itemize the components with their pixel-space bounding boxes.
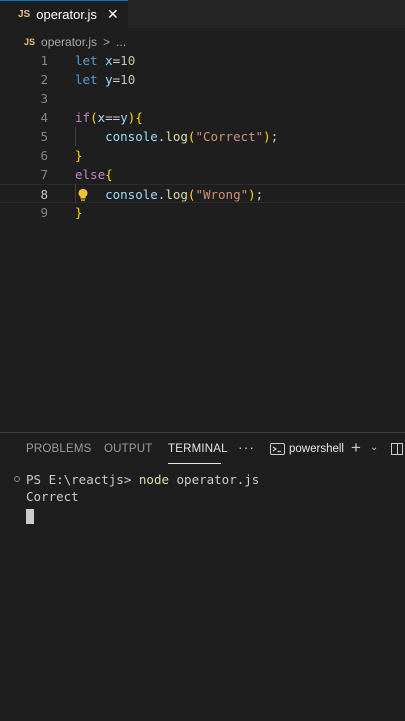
chevron-down-icon[interactable]: ⌄ bbox=[370, 442, 378, 453]
line-number: 3 bbox=[40, 91, 48, 106]
code-token: == bbox=[105, 110, 121, 125]
line-number: 7 bbox=[40, 167, 48, 182]
code-token: console bbox=[105, 187, 158, 202]
code-token: x bbox=[105, 53, 113, 68]
active-tab-indicator bbox=[168, 463, 221, 464]
code-line[interactable]: 8 console.log("Wrong"); bbox=[0, 184, 405, 203]
code-token: { bbox=[135, 110, 143, 125]
line-number: 2 bbox=[40, 72, 48, 87]
indent-guide bbox=[75, 184, 76, 203]
tab-terminal[interactable]: TERMINAL bbox=[168, 443, 228, 455]
code-line[interactable]: 4 if(x==y){ bbox=[0, 108, 405, 127]
code-text: console.log("Correct"); bbox=[75, 127, 278, 146]
bottom-panel: PROBLEMS OUTPUT TERMINAL ··· powershell … bbox=[0, 432, 405, 721]
code-token: ( bbox=[90, 110, 98, 125]
code-line[interactable]: 2 let y=10 bbox=[0, 70, 405, 89]
code-text: } bbox=[75, 146, 83, 165]
code-token: ; bbox=[270, 129, 279, 144]
terminal-command-line: PS E:\reactjs> node operator.js bbox=[26, 471, 259, 488]
code-token: } bbox=[75, 148, 83, 163]
line-number: 5 bbox=[40, 129, 48, 144]
code-token: x bbox=[97, 110, 106, 125]
command-decoration-icon bbox=[14, 476, 20, 482]
code-text: if(x==y){ bbox=[75, 108, 143, 127]
code-token: log bbox=[165, 129, 188, 144]
editor-tab-operator-js[interactable]: JS operator.js ✕ bbox=[0, 0, 128, 28]
code-token: console bbox=[105, 129, 158, 144]
code-line[interactable]: 9} bbox=[0, 203, 405, 222]
code-line[interactable]: 5 console.log("Correct"); bbox=[0, 127, 405, 146]
terminal-args: operator.js bbox=[169, 472, 260, 487]
js-file-icon: JS bbox=[18, 9, 31, 20]
code-line[interactable]: 6} bbox=[0, 146, 405, 165]
terminal-icon bbox=[270, 443, 285, 455]
code-token: else bbox=[75, 167, 106, 182]
terminal-command: node bbox=[138, 472, 169, 487]
code-line[interactable]: 7 else{ bbox=[0, 165, 405, 184]
tab-problems[interactable]: PROBLEMS bbox=[26, 443, 92, 455]
code-token: ; bbox=[255, 187, 264, 202]
js-file-icon: JS bbox=[24, 37, 36, 47]
breadcrumb: JS operator.js > ... bbox=[0, 32, 405, 52]
line-number: 8 bbox=[40, 187, 48, 202]
new-terminal-icon[interactable]: + bbox=[351, 438, 361, 458]
tab-title: operator.js bbox=[36, 7, 97, 22]
line-number: 1 bbox=[40, 53, 48, 68]
close-icon[interactable]: ✕ bbox=[107, 6, 119, 23]
code-token: y bbox=[105, 72, 113, 87]
code-line[interactable]: 3 bbox=[0, 89, 405, 108]
code-token: if bbox=[75, 110, 91, 125]
code-line[interactable]: 1 let x=10 bbox=[0, 51, 405, 70]
shell-selector[interactable]: powershell bbox=[289, 443, 344, 455]
breadcrumb-separator: > bbox=[103, 35, 111, 49]
split-terminal-icon[interactable] bbox=[391, 443, 403, 455]
lightbulb-icon[interactable] bbox=[77, 188, 89, 202]
code-text: } bbox=[75, 203, 83, 222]
breadcrumb-more[interactable]: ... bbox=[116, 35, 126, 49]
line-number: 6 bbox=[40, 148, 48, 163]
line-number: 9 bbox=[40, 205, 48, 220]
code-text: let y=10 bbox=[75, 70, 135, 89]
code-token: ) bbox=[263, 129, 271, 144]
code-text: else{ bbox=[75, 165, 113, 184]
code-token: 10 bbox=[120, 72, 136, 87]
line-number: 4 bbox=[40, 110, 48, 125]
terminal-output-line: Correct bbox=[26, 489, 79, 504]
code-text: let x=10 bbox=[75, 51, 135, 70]
code-token: log bbox=[165, 187, 188, 202]
panel-tab-bar: PROBLEMS OUTPUT TERMINAL ··· powershell … bbox=[0, 433, 405, 467]
code-token: ) bbox=[248, 187, 256, 202]
code-token: let bbox=[75, 53, 98, 68]
code-token: "Wrong" bbox=[195, 187, 249, 202]
code-text: console.log("Wrong"); bbox=[75, 185, 263, 204]
terminal-prompt: PS E:\reactjs> bbox=[26, 472, 139, 487]
code-token: 10 bbox=[120, 53, 136, 68]
code-editor[interactable]: 1 let x=10 2 let y=10 3 4 if(x==y){5 console.l… bbox=[0, 51, 405, 231]
code-token: y bbox=[120, 110, 128, 125]
code-token: let bbox=[75, 72, 98, 87]
editor-tab-bar: JS operator.js ✕ bbox=[0, 0, 405, 28]
code-token: "Correct" bbox=[195, 129, 264, 144]
tab-output[interactable]: OUTPUT bbox=[104, 443, 152, 455]
more-actions-icon[interactable]: ··· bbox=[238, 439, 255, 455]
terminal-cursor bbox=[26, 509, 34, 524]
breadcrumb-file[interactable]: operator.js bbox=[41, 35, 97, 49]
code-token: } bbox=[75, 205, 83, 220]
indent-guide bbox=[75, 127, 76, 146]
code-token: { bbox=[105, 167, 113, 182]
